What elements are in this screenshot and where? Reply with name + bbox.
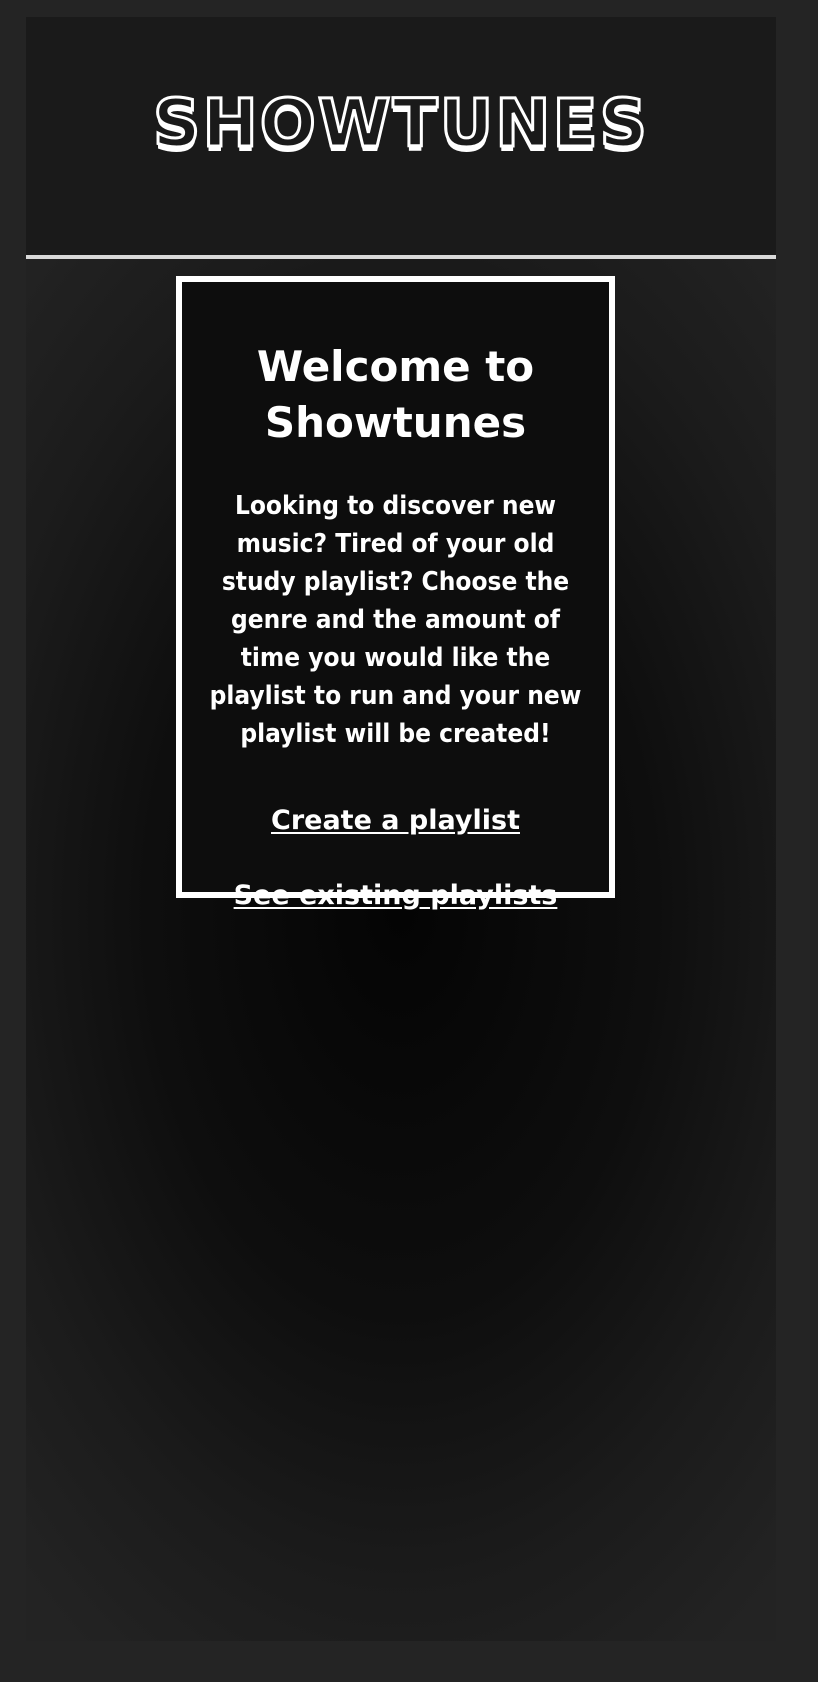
site-logo[interactable]: SHOWTUNES xyxy=(26,89,776,158)
welcome-card: Welcome to Showtunes Looking to discover… xyxy=(176,276,615,911)
welcome-title: Welcome to Showtunes xyxy=(256,342,535,447)
create-playlist-link[interactable]: Create a playlist xyxy=(271,805,520,836)
header-divider xyxy=(26,255,776,259)
create-playlist-link-wrapper: Create a playlist xyxy=(182,804,609,838)
page-container: SHOWTUNES Welcome to Showtunes Looking t… xyxy=(26,17,776,1641)
existing-playlists-link-wrapper: See existing playlists xyxy=(182,879,609,913)
welcome-description: Looking to discover new music? Tired of … xyxy=(209,491,582,749)
site-header: SHOWTUNES xyxy=(26,17,776,257)
existing-playlists-link[interactable]: See existing playlists xyxy=(234,880,558,911)
